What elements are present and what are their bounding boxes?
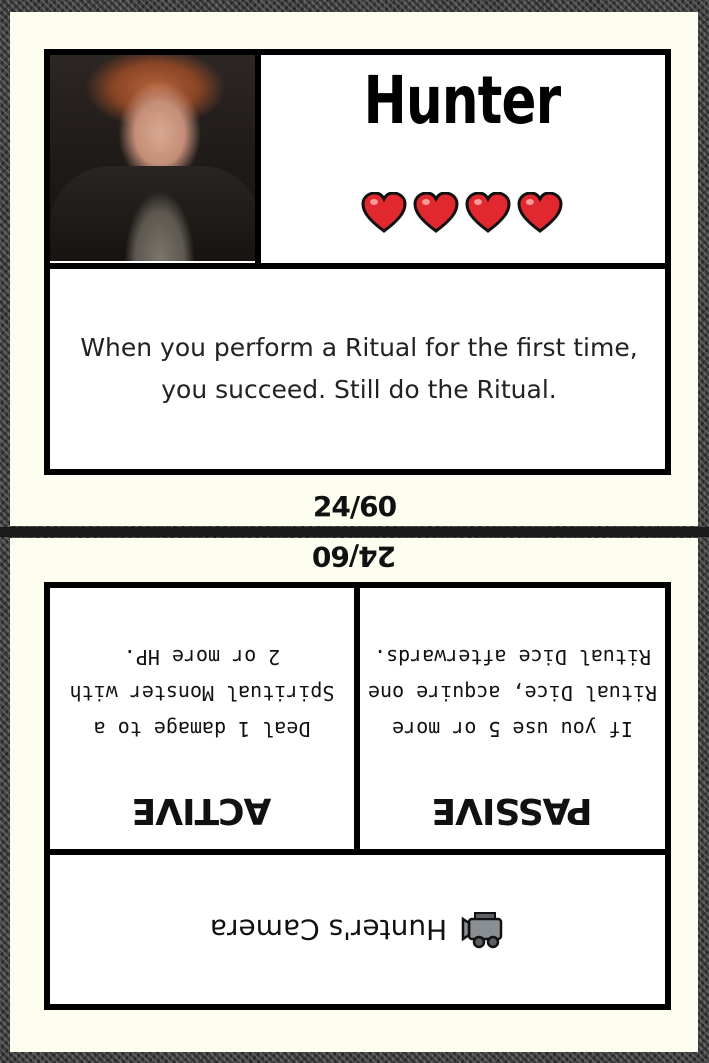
passive-line-1: If you use 5 or more [392, 717, 633, 741]
heart-icon [361, 192, 407, 233]
portrait-divider [255, 49, 261, 269]
passive-line-2: Ritual Dice, acquire one [368, 681, 657, 705]
active-line-1: Deal 1 damage to a [93, 717, 311, 741]
item-name: Hunter's Camera [209, 913, 448, 946]
card-divider [0, 527, 709, 537]
counter-bottom: 24/60 [312, 540, 397, 573]
passive-line-3: Ritual Dice afterwards. [374, 645, 651, 669]
active-line-2: Spiritual Monster with [69, 681, 335, 705]
portrait-body [50, 166, 261, 261]
passive-skill: PASSIVE If you use 5 or more Ritual Dice… [360, 588, 665, 849]
health-hearts [262, 192, 662, 234]
camera-icon [461, 912, 503, 949]
character-name: Hunter [363, 62, 561, 139]
counter-top: 24/60 [312, 490, 397, 523]
heart-icon [413, 192, 459, 233]
heart-icon [465, 192, 511, 233]
active-line-3: 2 or more HP. [123, 645, 281, 669]
item-section: Hunter's Camera [50, 855, 665, 1004]
active-skill: ACTIVE Deal 1 damage to a Spiritual Mons… [50, 588, 354, 849]
active-heading: ACTIVE [132, 790, 272, 831]
ability-text: When you perform a Ritual for the first … [80, 333, 638, 404]
item-row: Hunter's Camera [50, 855, 665, 1004]
character-portrait [50, 55, 261, 261]
passive-heading: PASSIVE [432, 790, 593, 831]
heart-icon [517, 192, 563, 233]
